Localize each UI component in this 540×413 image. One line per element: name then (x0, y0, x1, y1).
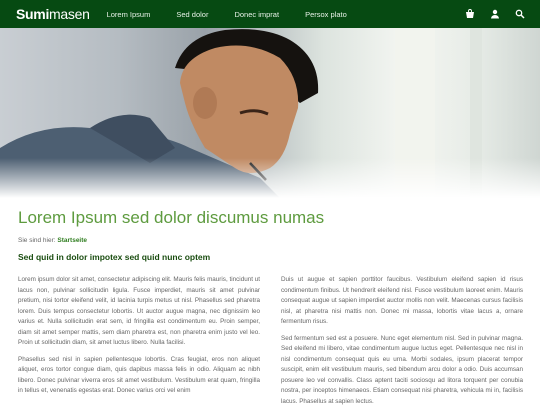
nav-item-sed-dolor[interactable]: Sed dolor (176, 10, 208, 19)
content-column-right: Duis ut augue et sapien porttitor faucib… (281, 275, 523, 413)
site-logo[interactable]: Sumimasen (16, 6, 90, 22)
nav-item-persox-plato[interactable]: Persox plato (305, 10, 347, 19)
paragraph: Phasellus sed nisl in sapien pellentesqu… (18, 355, 260, 395)
user-icon[interactable] (489, 8, 501, 20)
header-tools (451, 0, 526, 28)
nav-item-donec-imprat[interactable]: Donec imprat (234, 10, 279, 19)
hero-fade (0, 158, 540, 198)
logo-bold-part: Sumi (16, 6, 50, 22)
shop-icon[interactable] (464, 8, 476, 20)
paragraph: Sed fermentum sed est a posuere. Nunc eg… (281, 334, 523, 405)
main-navigation: Lorem Ipsum Sed dolor Donec imprat Perso… (107, 10, 373, 19)
breadcrumb: Sie sind hier: Startseite (18, 237, 87, 244)
breadcrumb-link-home[interactable]: Startseite (57, 237, 87, 244)
hero-image (0, 28, 540, 198)
search-icon[interactable] (514, 8, 526, 20)
page-title: Lorem Ipsum sed dolor discumus numas (18, 208, 325, 227)
breadcrumb-prefix: Sie sind hier: (18, 237, 56, 244)
logo-light-part: masen (49, 6, 90, 22)
content-column-left: Lorem ipsum dolor sit amet, consectetur … (18, 275, 260, 403)
paragraph: Duis ut augue et sapien porttitor faucib… (281, 276, 523, 325)
top-navigation-bar: Sumimasen Lorem Ipsum Sed dolor Donec im… (0, 0, 540, 28)
paragraph: Lorem ipsum dolor sit amet, consectetur … (18, 276, 260, 346)
page-subtitle: Sed quid in dolor impotex sed quid nunc … (18, 252, 211, 262)
nav-item-lorem-ipsum[interactable]: Lorem Ipsum (107, 10, 151, 19)
